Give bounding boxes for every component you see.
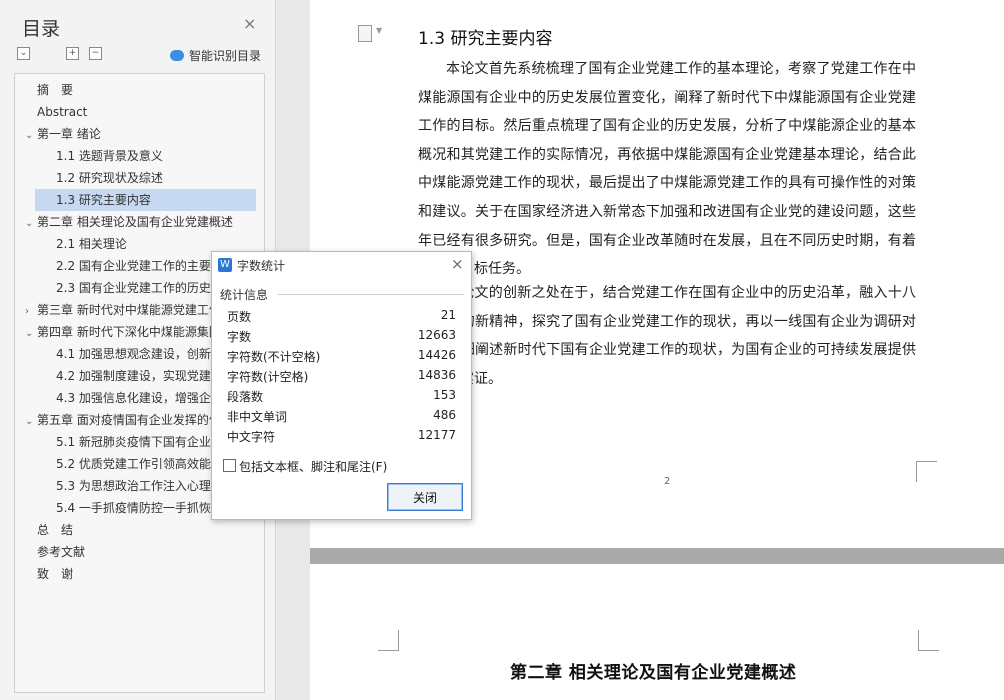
- toc-item[interactable]: 致 谢: [15, 563, 255, 585]
- stat-label: 段落数: [227, 390, 264, 404]
- toc-item-label: Abstract: [37, 105, 88, 119]
- toc-item-label: 2.3 国有企业党建工作的历史沿革: [56, 281, 235, 295]
- toc-item-label: 总 结: [37, 523, 74, 537]
- stat-label: 字符数(不计空格): [227, 350, 321, 364]
- section-label: 统计信息: [220, 286, 273, 303]
- expand-level-icon[interactable]: +: [66, 47, 79, 60]
- stat-value: 14426: [417, 348, 456, 362]
- toc-item[interactable]: ⌄ 第一章 绪论: [15, 123, 255, 145]
- page-gap: [310, 548, 1004, 564]
- toc-item[interactable]: 总 结: [15, 519, 255, 541]
- toc-item-label: 2.1 相关理论: [56, 237, 127, 251]
- toc-close-icon[interactable]: ×: [243, 16, 256, 32]
- paragraph-menu-icon[interactable]: [358, 25, 372, 42]
- close-icon[interactable]: ×: [451, 255, 464, 273]
- toc-item-label: 致 谢: [37, 567, 74, 581]
- smart-recognize-label: 智能识别目录: [189, 49, 262, 63]
- stat-value: 12663: [417, 328, 456, 342]
- close-button[interactable]: 关闭: [387, 483, 463, 511]
- toc-item[interactable]: 1.1 选题背景及意义: [35, 145, 256, 167]
- toc-item[interactable]: 摘 要: [15, 79, 255, 101]
- section-heading[interactable]: 1.3 研究主要内容: [418, 24, 552, 49]
- toc-expand-icon[interactable]: ⌄: [25, 213, 37, 233]
- smart-recognize-icon: [170, 50, 184, 61]
- include-textbox-checkbox[interactable]: [223, 459, 236, 472]
- collapse-level-icon[interactable]: −: [89, 47, 102, 60]
- toc-item-label: 1.1 选题背景及意义: [56, 149, 163, 163]
- page-number: 2: [664, 476, 671, 487]
- chevron-down-icon[interactable]: ▼: [376, 26, 382, 35]
- toc-expand-icon[interactable]: ⌄: [25, 411, 37, 431]
- toc-expand-icon[interactable]: ›: [25, 301, 37, 321]
- stat-label: 非中文单词: [227, 410, 288, 424]
- stat-label: 字数: [227, 330, 252, 344]
- chapter-heading[interactable]: 第二章 相关理论及国有企业党建概述: [510, 658, 796, 683]
- stat-label: 页数: [227, 310, 252, 324]
- toc-item-label: 摘 要: [37, 83, 74, 97]
- page-corner-mark: [916, 461, 937, 482]
- stat-value: 12177: [417, 428, 456, 442]
- toc-item[interactable]: 1.2 研究现状及综述: [35, 167, 256, 189]
- toc-title: 目录: [22, 18, 61, 40]
- toc-item[interactable]: 1.3 研究主要内容: [35, 189, 256, 211]
- toc-item-label: 1.2 研究现状及综述: [56, 171, 163, 185]
- dialog-title: 字数统计: [237, 259, 286, 273]
- body-paragraph-2[interactable]: 本论文的创新之处在于，结合党建工作在国有企业中的历史沿革，融入十八大以来的新精神…: [418, 279, 916, 393]
- stat-value: 14836: [417, 368, 456, 382]
- toc-item-label: 2.2 国有企业党建工作的主要内容: [56, 259, 235, 273]
- stat-label: 中文字符: [227, 430, 276, 444]
- stat-value: 486: [433, 408, 456, 422]
- toc-item-label: 第五章 面对疫情国有企业发挥的作用: [37, 413, 233, 427]
- wps-app-icon: W: [218, 258, 232, 272]
- toc-item-label: 第一章 绪论: [37, 127, 101, 141]
- toc-item-label: 参考文献: [37, 545, 86, 559]
- include-textbox-label[interactable]: 包括文本框、脚注和尾注(F): [239, 458, 387, 475]
- stat-value: 153: [433, 388, 456, 402]
- section-divider: [278, 294, 464, 295]
- word-count-dialog: W 字数统计 × 统计信息 包括文本框、脚注和尾注(F) 关闭 页数 21 字数 12…: [211, 251, 472, 520]
- smart-recognize-button[interactable]: 智能识别目录: [170, 47, 261, 64]
- toc-item[interactable]: Abstract: [15, 101, 255, 123]
- toc-item-label: 5.2 优质党建工作引领高效能发展: [56, 457, 235, 471]
- collapse-all-icon[interactable]: ⌄: [17, 47, 30, 60]
- toc-expand-icon[interactable]: ⌄: [25, 323, 37, 343]
- stat-label: 字符数(计空格): [227, 370, 309, 384]
- toc-item-label: 5.3 为思想政治工作注入心理学: [56, 479, 223, 493]
- toc-item[interactable]: 参考文献: [15, 541, 255, 563]
- toc-item[interactable]: ⌄ 第二章 相关理论及国有企业党建概述: [15, 211, 255, 233]
- toc-item-label: 1.3 研究主要内容: [56, 193, 151, 207]
- toc-expand-icon[interactable]: ⌄: [25, 125, 37, 145]
- toc-item-label: 5.1 新冠肺炎疫情下国有企业党建: [56, 435, 235, 449]
- page-corner-mark: [378, 630, 399, 651]
- body-paragraph-1[interactable]: 本论文首先系统梳理了国有企业党建工作的基本理论，考察了党建工作在中煤能源国有企业…: [418, 55, 916, 284]
- stat-value: 21: [440, 308, 456, 322]
- toc-item-label: 第二章 相关理论及国有企业党建概述: [37, 215, 233, 229]
- page-corner-mark: [918, 630, 939, 651]
